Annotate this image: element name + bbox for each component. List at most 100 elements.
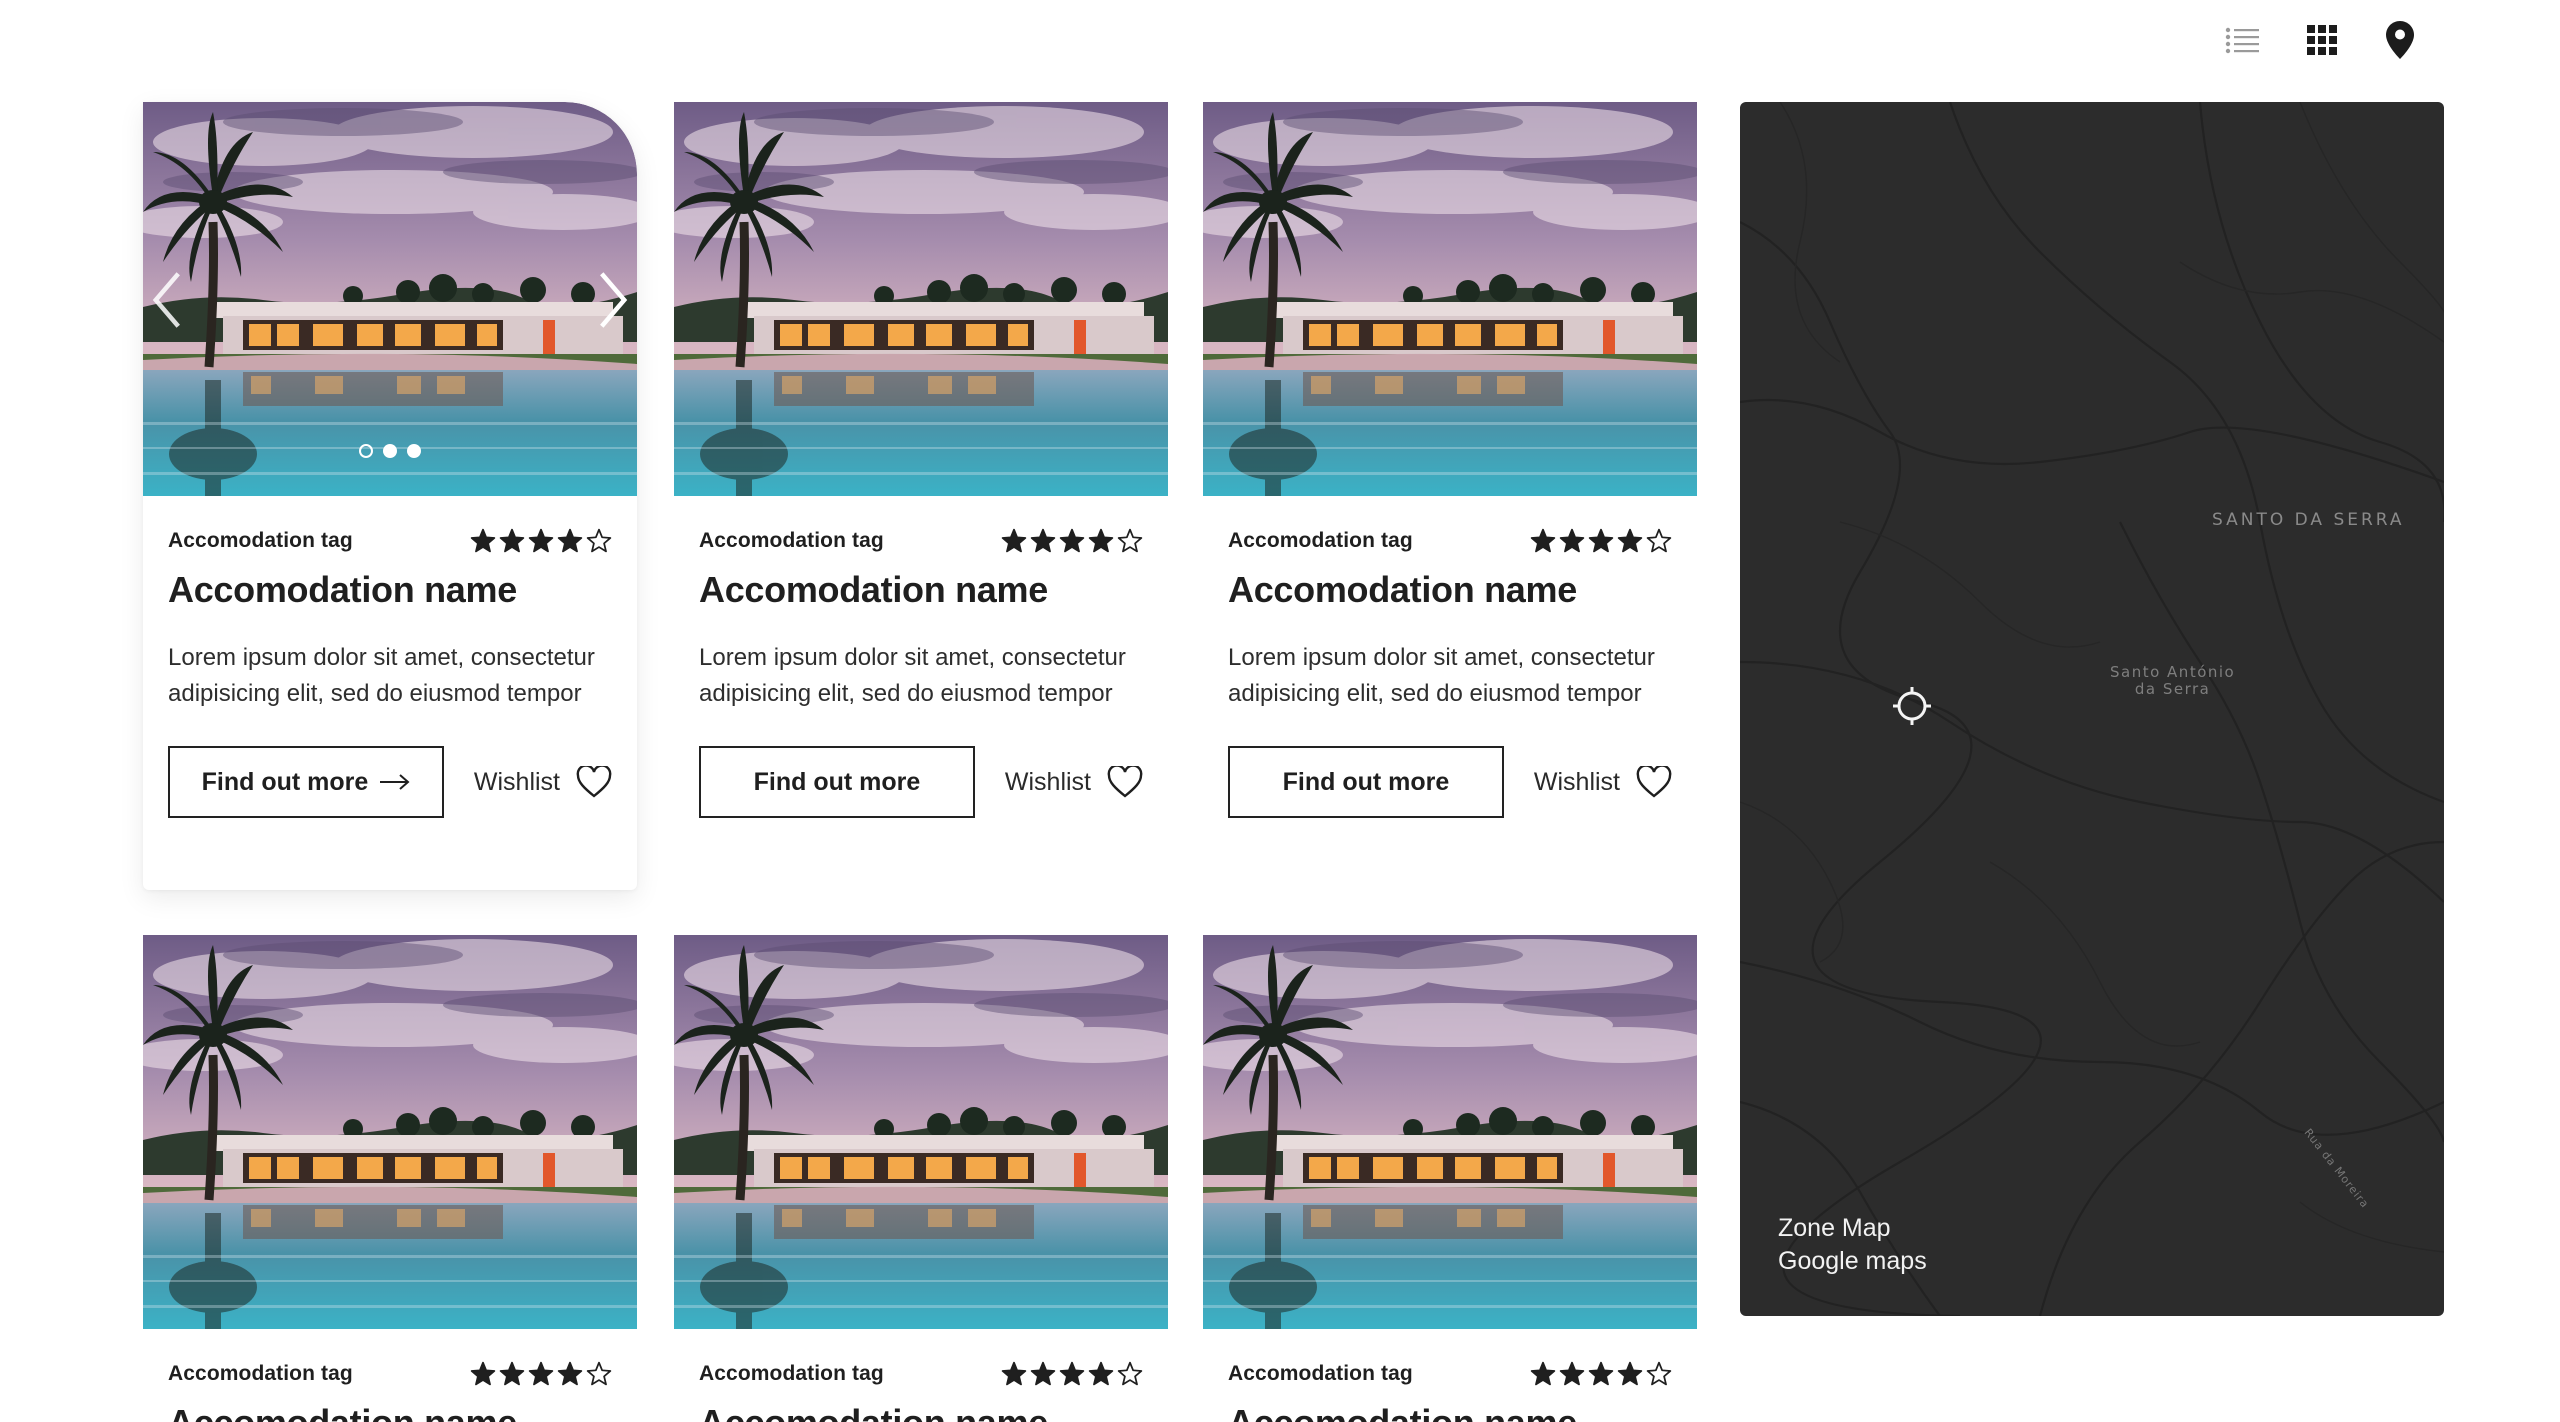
find-out-more-button[interactable]: Find out more bbox=[699, 746, 975, 818]
star-filled-icon bbox=[1030, 1361, 1056, 1386]
accommodation-description: Lorem ipsum dolor sit amet, consectetur … bbox=[168, 644, 595, 707]
map-place-small-line2: da Serra bbox=[2134, 680, 2211, 698]
button-label: Find out more bbox=[1282, 767, 1450, 796]
accommodation-card-1: Accomodation tag Accomodation name Lorem… bbox=[143, 102, 637, 890]
accommodation-name: Accomodation name bbox=[699, 569, 1048, 610]
accommodation-tag: Accomodation tag bbox=[699, 529, 884, 552]
heart-icon bbox=[576, 766, 612, 798]
carousel-next-button[interactable] bbox=[593, 270, 633, 330]
map-roads bbox=[1740, 102, 2444, 1316]
wishlist-toggle[interactable]: Wishlist bbox=[1005, 766, 1143, 798]
wishlist-toggle[interactable]: Wishlist bbox=[474, 766, 612, 798]
accommodation-tag: Accomodation tag bbox=[699, 1362, 884, 1385]
find-out-more-button[interactable]: Find out more bbox=[1228, 746, 1504, 818]
wishlist-toggle[interactable]: Wishlist bbox=[1534, 766, 1672, 798]
map-pin-icon bbox=[2386, 21, 2414, 59]
accommodation-name: Accomodation name bbox=[168, 569, 517, 610]
accommodation-description: Lorem ipsum dolor sit amet, consectetur … bbox=[699, 644, 1126, 707]
accommodation-tag: Accomodation tag bbox=[1228, 529, 1413, 552]
arrow-right-icon bbox=[380, 774, 410, 790]
accommodation-tag: Accomodation tag bbox=[168, 1362, 353, 1385]
pool-photo bbox=[143, 102, 637, 496]
chevron-right-icon bbox=[600, 272, 628, 328]
star-empty-icon bbox=[1646, 1361, 1672, 1386]
accommodation-name: Accomodation name bbox=[699, 1401, 1143, 1422]
accommodation-tag: Accomodation tag bbox=[168, 529, 353, 552]
accommodation-card-3: Accomodation tag Accomodation name Lorem… bbox=[1203, 102, 1697, 818]
card-photo bbox=[1203, 102, 1697, 496]
accommodation-description: Lorem ipsum dolor sit amet, consectetur … bbox=[1228, 644, 1655, 707]
star-filled-icon bbox=[1001, 1361, 1027, 1386]
star-filled-icon bbox=[557, 1361, 583, 1386]
star-filled-icon bbox=[470, 1361, 496, 1386]
grid-view-button[interactable] bbox=[2300, 18, 2344, 62]
star-filled-icon bbox=[470, 528, 496, 553]
star-rating bbox=[470, 528, 612, 554]
map-view-button[interactable] bbox=[2378, 18, 2422, 62]
star-filled-icon bbox=[499, 528, 525, 553]
star-filled-icon bbox=[499, 1361, 525, 1386]
carousel-dot[interactable] bbox=[359, 444, 373, 458]
wishlist-label: Wishlist bbox=[1004, 767, 1091, 796]
star-filled-icon bbox=[1617, 1361, 1643, 1386]
accommodation-tag: Accomodation tag bbox=[1228, 1362, 1413, 1385]
pool-photo bbox=[674, 102, 1168, 496]
accommodation-card-4: Accomodation tag Accomodation name bbox=[143, 935, 637, 1422]
star-empty-icon bbox=[1117, 1361, 1143, 1386]
zone-map[interactable]: SANTO DA SERRA Santo António da Serra Ru… bbox=[1740, 102, 2444, 1316]
pool-photo bbox=[1203, 935, 1697, 1329]
carousel-dot[interactable] bbox=[383, 444, 397, 458]
star-rating bbox=[1001, 1361, 1143, 1387]
card-photo bbox=[674, 102, 1168, 496]
map-place-label: SANTO DA SERRA bbox=[2212, 510, 2405, 530]
locate-crosshair-icon[interactable] bbox=[1892, 686, 1932, 726]
star-filled-icon bbox=[1588, 1361, 1614, 1386]
card-photo bbox=[1203, 935, 1697, 1329]
list-view-button[interactable] bbox=[2220, 18, 2264, 62]
button-label: Find out more bbox=[201, 767, 369, 796]
button-label: Find out more bbox=[753, 767, 921, 796]
carousel-dots bbox=[143, 444, 637, 458]
accommodation-name: Accomodation name bbox=[168, 1401, 612, 1422]
star-filled-icon bbox=[1530, 1361, 1556, 1386]
star-filled-icon bbox=[1059, 528, 1085, 553]
map-caption-title: Zone Map bbox=[1778, 1214, 1891, 1242]
star-empty-icon bbox=[586, 1361, 612, 1386]
accommodation-name: Accomodation name bbox=[1228, 569, 1577, 610]
map-place-small-line1: Santo António bbox=[2110, 663, 2236, 681]
star-filled-icon bbox=[528, 528, 554, 553]
star-filled-icon bbox=[1559, 1361, 1585, 1386]
star-empty-icon bbox=[586, 528, 612, 553]
star-filled-icon bbox=[557, 528, 583, 553]
star-empty-icon bbox=[1646, 528, 1672, 553]
list-view-icon bbox=[2225, 27, 2259, 54]
accommodation-card-2: Accomodation tag Accomodation name Lorem… bbox=[674, 102, 1168, 818]
find-out-more-button[interactable]: Find out more bbox=[168, 746, 444, 818]
view-toggles bbox=[2220, 18, 2440, 62]
star-rating bbox=[1530, 528, 1672, 554]
card-photo bbox=[674, 935, 1168, 1329]
heart-icon bbox=[1107, 766, 1143, 798]
star-filled-icon bbox=[1001, 528, 1027, 553]
star-rating bbox=[470, 1361, 612, 1387]
star-filled-icon bbox=[1588, 528, 1614, 553]
heart-icon bbox=[1636, 766, 1672, 798]
card-photo bbox=[143, 102, 637, 496]
grid-view-icon bbox=[2307, 25, 2337, 55]
star-filled-icon bbox=[1559, 528, 1585, 553]
card-photo bbox=[143, 935, 637, 1329]
map-caption: Zone Map Google maps bbox=[1778, 1212, 1927, 1278]
carousel-prev-button[interactable] bbox=[147, 270, 187, 330]
accommodation-name: Accomodation name bbox=[1228, 1401, 1672, 1422]
star-rating bbox=[1001, 528, 1143, 554]
star-filled-icon bbox=[1059, 1361, 1085, 1386]
star-filled-icon bbox=[1617, 528, 1643, 553]
star-filled-icon bbox=[1530, 528, 1556, 553]
carousel-dot[interactable] bbox=[407, 444, 421, 458]
accommodation-card-6: Accomodation tag Accomodation name bbox=[1203, 935, 1697, 1422]
map-place-small-label: Santo António da Serra bbox=[2110, 664, 2235, 698]
pool-photo bbox=[1203, 102, 1697, 496]
map-caption-source: Google maps bbox=[1778, 1247, 1927, 1275]
star-filled-icon bbox=[528, 1361, 554, 1386]
chevron-left-icon bbox=[152, 272, 180, 328]
